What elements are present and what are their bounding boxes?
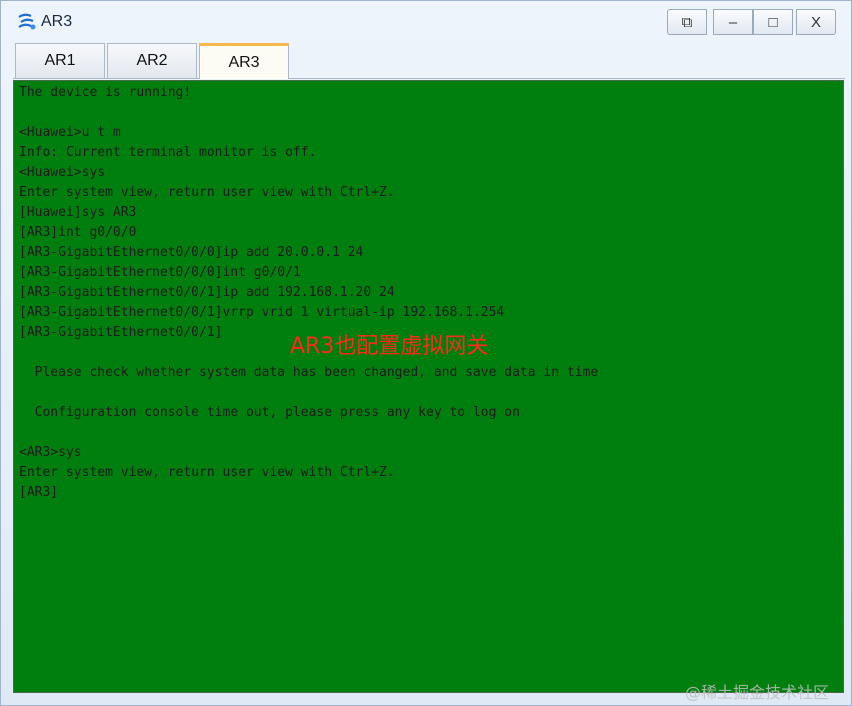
terminal-line: [AR3-GigabitEthernet0/0/0]ip add 20.0.0.… [19, 245, 364, 260]
terminal-line: [AR3] [19, 485, 59, 500]
terminal-line: [AR3-GigabitEthernet0/0/1] [19, 325, 223, 340]
watermark-text: @稀土掘金技术社区 [685, 683, 830, 702]
terminal-line: <AR3>sys [19, 445, 82, 460]
tab-ar3[interactable]: AR3 [199, 43, 289, 79]
title-bar[interactable]: AR3 ⧉ – □ X [1, 1, 851, 41]
annotation-label: AR3也配置虚拟网关 [290, 334, 489, 359]
terminal-window: AR3 ⧉ – □ X AR1 AR2 AR3 The device is ru… [0, 0, 852, 706]
terminal-line: Info: Current terminal monitor is off. [19, 145, 317, 160]
restore-button[interactable]: ⧉ [667, 9, 707, 35]
maximize-icon: □ [768, 13, 778, 31]
terminal-line: <Huawei>u t m [19, 125, 121, 140]
terminal-line: Please check whether system data has bee… [19, 365, 599, 380]
terminal-line: Enter system view, return user view with… [19, 185, 395, 200]
window-title: AR3 [41, 13, 73, 30]
app-icon [17, 13, 37, 31]
terminal-line: [AR3]int g0/0/0 [19, 225, 137, 240]
terminal-line: [AR3-GigabitEthernet0/0/0]int g0/0/1 [19, 265, 301, 280]
terminal-line: [AR3-GigabitEthernet0/0/1]ip add 192.168… [19, 285, 395, 300]
terminal-line: Configuration console time out, please p… [19, 405, 520, 420]
device-tab-bar: AR1 AR2 AR3 [13, 43, 845, 79]
close-button[interactable]: X [796, 9, 836, 35]
minimize-button[interactable]: – [713, 9, 753, 35]
restore-icon: ⧉ [681, 13, 693, 31]
maximize-button[interactable]: □ [753, 9, 793, 35]
terminal-line: <Huawei>sys [19, 165, 106, 180]
terminal-line: [AR3-GigabitEthernet0/0/1]vrrp vrid 1 vi… [19, 305, 505, 320]
terminal-line: The device is running! [19, 85, 192, 100]
terminal-line: [Huawei]sys AR3 [19, 205, 137, 220]
minimize-icon: – [728, 13, 738, 31]
terminal-console[interactable]: The device is running! <Huawei>u t m Inf… [13, 80, 844, 693]
close-icon: X [810, 13, 821, 31]
tab-ar2[interactable]: AR2 [107, 43, 197, 78]
tab-ar1[interactable]: AR1 [15, 43, 105, 78]
terminal-line: Enter system view, return user view with… [19, 465, 395, 480]
